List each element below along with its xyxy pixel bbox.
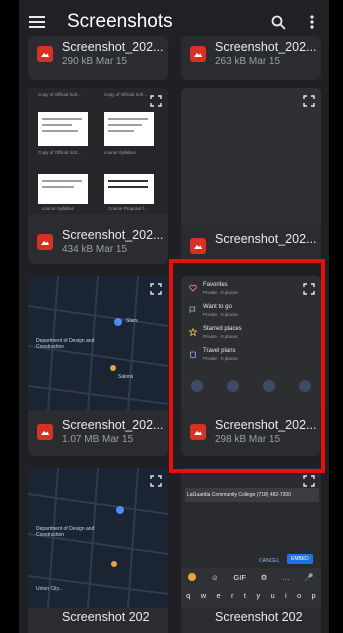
map-label: Union City... <box>36 586 63 592</box>
message-thumbnail: LaGuardia Community College (718) 482-72… <box>181 468 321 608</box>
cancel-button: CANCEL <box>259 558 280 564</box>
file-name: Screenshot_202... <box>62 40 164 54</box>
file-meta: 1.07 MB Mar 15 <box>62 434 134 445</box>
map-label: Department of Design and Construction <box>36 338 95 350</box>
image-file-icon <box>190 238 206 254</box>
expand-icon <box>303 94 315 107</box>
image-file-icon <box>37 234 53 250</box>
file-name: Screenshot_202... <box>215 40 317 54</box>
file-card[interactable]: Department of Design and Construction Un… <box>28 468 168 633</box>
file-card[interactable]: Screenshot_202... <box>181 88 321 264</box>
map-thumbnail: Department of Design and Construction Un… <box>28 468 168 608</box>
file-card[interactable]: Screenshot_202... 263 kB Mar 15 <box>181 36 321 80</box>
doc-label: Copy of Official Sch... <box>38 150 82 155</box>
map-thumbnail: Stars Department of Design and Construct… <box>28 276 168 410</box>
file-card[interactable]: Stars Department of Design and Construct… <box>28 276 168 456</box>
expand-icon <box>303 474 315 487</box>
page-title: Screenshots <box>67 11 173 32</box>
drive-thumbnail: Copy of Official Sch... Copy of Official… <box>28 88 168 214</box>
file-meta: 290 kB Mar 15 <box>62 56 128 67</box>
doc-label: Course Proposal f... <box>108 206 148 211</box>
file-meta: 263 kB Mar 15 <box>215 56 281 67</box>
file-card[interactable]: Screenshot_202... 290 kB Mar 15 <box>28 36 168 80</box>
message-text: LaGuardia Community College (718) 482-72… <box>185 488 319 502</box>
expand-icon <box>150 474 162 487</box>
file-name: Screenshot 202 <box>62 610 150 624</box>
blank-thumbnail <box>181 88 321 224</box>
image-file-icon <box>190 46 206 62</box>
doc-label: course Syllabus <box>42 206 74 211</box>
image-file-icon <box>37 424 53 440</box>
doc-label: Copy of Official Sch... <box>38 92 82 97</box>
expand-icon <box>150 94 162 107</box>
file-card[interactable]: LaGuardia Community College (718) 482-72… <box>181 468 321 633</box>
image-file-icon <box>37 46 53 62</box>
expand-icon <box>150 282 162 295</box>
map-label: Stars <box>126 318 138 324</box>
embed-button: EMBED <box>287 554 313 564</box>
doc-label: course Syllabus <box>104 150 136 155</box>
file-name: Screenshot 202 <box>215 610 303 624</box>
map-label: Department of Design and Construction <box>36 526 95 538</box>
file-meta: 434 kB Mar 15 <box>62 244 128 255</box>
doc-label: Copy of Official Sch... <box>104 92 148 97</box>
selection-highlight <box>169 259 325 473</box>
file-name: Screenshot_202... <box>62 418 164 432</box>
map-label: Salons <box>118 374 134 380</box>
file-card[interactable]: Copy of Official Sch... Copy of Official… <box>28 88 168 264</box>
file-name: Screenshot_202... <box>62 228 164 242</box>
file-name: Screenshot_202... <box>215 232 317 246</box>
